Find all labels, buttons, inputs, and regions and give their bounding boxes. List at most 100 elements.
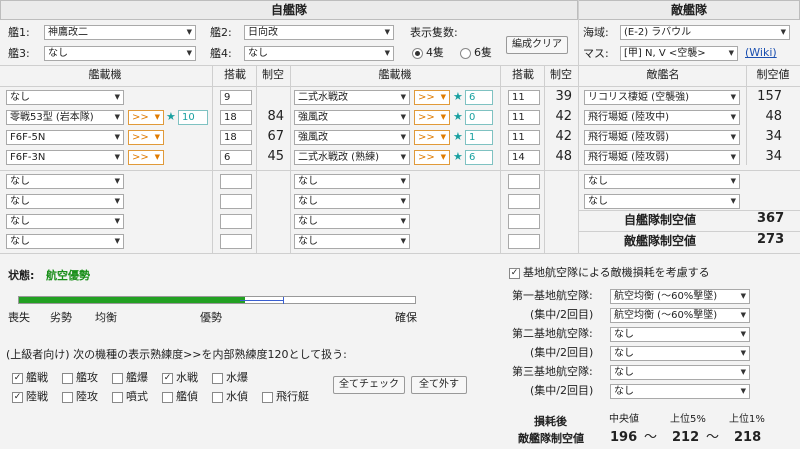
left-plane-select[interactable]: なし xyxy=(6,234,124,249)
base3-select[interactable]: なし xyxy=(610,365,750,380)
left-plane-select[interactable]: F6F-3N xyxy=(6,150,124,165)
left-plane-select[interactable]: 零戦53型 (岩本隊) xyxy=(6,110,124,125)
right-slot-input[interactable] xyxy=(508,194,540,209)
base2-sub-select[interactable]: なし xyxy=(610,346,750,361)
tick-superiority: 優勢 xyxy=(200,311,222,324)
enemy-ship-select[interactable]: 飛行場姫 (陸攻弱) xyxy=(584,130,740,145)
base2-select[interactable]: なし xyxy=(610,327,750,342)
ship2-select[interactable]: 日向改 xyxy=(244,25,394,40)
after-loss-label: 損耗後 xyxy=(534,415,567,428)
star-icon: ★ xyxy=(453,130,463,143)
base3-sub-select[interactable]: なし xyxy=(610,384,750,399)
left-plane-select[interactable]: F6F-5N xyxy=(6,130,124,145)
base1-select[interactable]: 航空均衡 (〜60%撃墜) xyxy=(610,289,750,304)
count-6-radio[interactable] xyxy=(460,48,471,59)
right-plane-select[interactable]: なし xyxy=(294,234,410,249)
bar-whisker xyxy=(240,300,284,301)
base2-sub-label: (集中/2回目) xyxy=(530,346,594,359)
left-slot-input[interactable] xyxy=(220,234,252,249)
type-checkbox[interactable] xyxy=(212,392,223,403)
right-prof-select[interactable]: >> xyxy=(414,150,450,165)
star-icon: ★ xyxy=(453,90,463,103)
type-checkbox[interactable] xyxy=(112,392,123,403)
left-slot-input[interactable] xyxy=(220,174,252,189)
right-slot-input[interactable]: 14 xyxy=(508,150,540,165)
uncheck-all-button[interactable]: 全て外す xyxy=(411,376,467,394)
right-plane-select[interactable]: 二式水戦改 (熟練) xyxy=(294,150,410,165)
right-prof-select[interactable]: >> xyxy=(414,110,450,125)
right-star-input[interactable]: 0 xyxy=(465,110,493,125)
type-checkbox[interactable] xyxy=(212,373,223,384)
node-select[interactable]: [甲] N, V <空襲> xyxy=(620,46,738,61)
type-checkbox[interactable]: ✓ xyxy=(12,392,23,403)
left-prof-select[interactable]: >> xyxy=(128,130,164,145)
right-slot-input[interactable] xyxy=(508,174,540,189)
col-enemy-name: 敵艦名 xyxy=(646,68,680,81)
ship2-label: 艦2: xyxy=(210,26,232,39)
enemy-ship-select[interactable]: なし xyxy=(584,174,740,189)
status-value: 航空優勢 xyxy=(46,269,90,282)
type-checkbox[interactable] xyxy=(62,373,73,384)
enemy-air-value: 34 xyxy=(765,129,782,144)
right-plane-select[interactable]: 強風改 xyxy=(294,130,410,145)
left-slot-input[interactable]: 18 xyxy=(220,110,252,125)
type-checkbox[interactable]: ✓ xyxy=(162,373,173,384)
base3-label: 第三基地航空隊: xyxy=(512,365,593,378)
area-select[interactable]: (E-2) ラバウル xyxy=(620,25,790,40)
left-slot-input[interactable]: 6 xyxy=(220,150,252,165)
right-slot-input[interactable]: 11 xyxy=(508,130,540,145)
left-slot-input[interactable]: 9 xyxy=(220,90,252,105)
left-slot-input[interactable] xyxy=(220,194,252,209)
enemy-ship-select[interactable]: 飛行場姫 (陸攻弱) xyxy=(584,150,740,165)
star-icon: ★ xyxy=(453,150,463,163)
left-plane-select[interactable]: なし xyxy=(6,174,124,189)
col-air-right: 制空 xyxy=(550,68,572,81)
right-star-input[interactable]: 6 xyxy=(465,150,493,165)
right-plane-select[interactable]: なし xyxy=(294,174,410,189)
right-slot-input[interactable] xyxy=(508,234,540,249)
right-prof-select[interactable]: >> xyxy=(414,90,450,105)
right-plane-select[interactable]: 強風改 xyxy=(294,110,410,125)
enemy-air-value: 48 xyxy=(765,109,782,124)
left-plane-select[interactable]: なし xyxy=(6,194,124,209)
type-checkbox[interactable] xyxy=(262,392,273,403)
type-checkbox[interactable]: ✓ xyxy=(12,373,23,384)
wiki-link[interactable]: (Wiki) xyxy=(745,45,777,61)
count-4-label: 4隻 xyxy=(426,46,444,59)
left-plane-select[interactable]: なし xyxy=(6,214,124,229)
ship4-select[interactable]: なし xyxy=(244,46,394,61)
sep-2: 〜 xyxy=(706,430,720,445)
right-slot-input[interactable] xyxy=(508,214,540,229)
enemy-ship-select[interactable]: リコリス棲姫 (空襲強) xyxy=(584,90,740,105)
type-checkbox[interactable] xyxy=(62,392,73,403)
right-star-input[interactable]: 1 xyxy=(465,130,493,145)
clear-fleet-button[interactable]: 編成クリア xyxy=(506,36,568,54)
enemy-ship-select[interactable]: なし xyxy=(584,194,740,209)
right-plane-select[interactable]: なし xyxy=(294,194,410,209)
base-consider-checkbox[interactable]: ✓ xyxy=(509,268,520,279)
ship3-select[interactable]: なし xyxy=(44,46,196,61)
check-all-button[interactable]: 全てチェック xyxy=(333,376,405,394)
right-plane-select[interactable]: なし xyxy=(294,214,410,229)
right-slot-input[interactable]: 11 xyxy=(508,90,540,105)
tick-loss: 喪失 xyxy=(8,311,30,324)
base1-sub-select[interactable]: 航空均衡 (〜60%撃墜) xyxy=(610,308,750,323)
left-prof-select[interactable]: >> xyxy=(128,150,164,165)
right-plane-select[interactable]: 二式水戦改 xyxy=(294,90,410,105)
type-label: 陸攻 xyxy=(76,390,98,403)
left-prof-select[interactable]: >> xyxy=(128,110,164,125)
type-checkbox[interactable] xyxy=(112,373,123,384)
status-label: 状態: xyxy=(8,269,35,282)
left-plane-select[interactable]: なし xyxy=(6,90,124,105)
enemy-ship-select[interactable]: 飛行場姫 (陸攻中) xyxy=(584,110,740,125)
right-star-input[interactable]: 6 xyxy=(465,90,493,105)
count-4-radio[interactable] xyxy=(412,48,423,59)
ship1-select[interactable]: 神鷹改二 xyxy=(44,25,196,40)
type-label: 水戦 xyxy=(176,371,198,384)
type-checkbox[interactable] xyxy=(162,392,173,403)
right-slot-input[interactable]: 11 xyxy=(508,110,540,125)
left-slot-input[interactable]: 18 xyxy=(220,130,252,145)
left-star-input[interactable]: 10 xyxy=(178,110,208,125)
left-slot-input[interactable] xyxy=(220,214,252,229)
right-prof-select[interactable]: >> xyxy=(414,130,450,145)
